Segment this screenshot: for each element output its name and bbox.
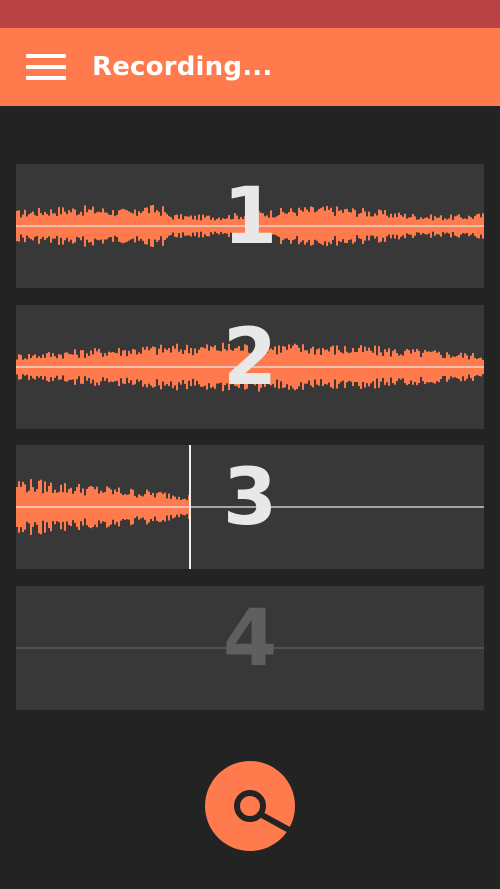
- track-4[interactable]: 4: [16, 586, 484, 710]
- track-number: 3: [222, 453, 278, 543]
- track-number: 1: [222, 172, 278, 262]
- track-2[interactable]: 2: [16, 305, 484, 429]
- hamburger-menu-icon[interactable]: [26, 51, 68, 83]
- track-1[interactable]: 1: [16, 164, 484, 288]
- track-number: 2: [222, 313, 278, 403]
- status-bar: [0, 0, 500, 28]
- record-button[interactable]: [205, 761, 295, 851]
- track-number: 4: [222, 594, 278, 684]
- record-dial-icon: [205, 761, 295, 851]
- track-3[interactable]: 3: [16, 445, 484, 569]
- app-bar: Recording...: [0, 28, 500, 106]
- page-title: Recording...: [92, 52, 273, 82]
